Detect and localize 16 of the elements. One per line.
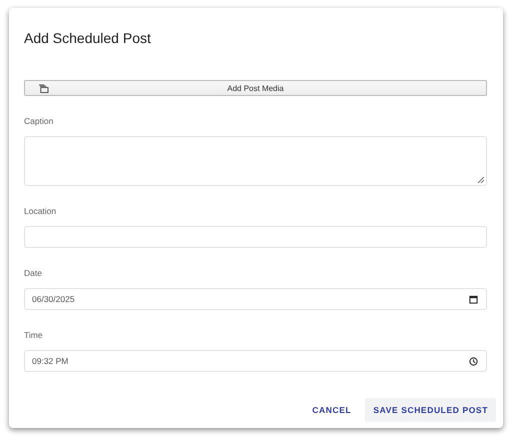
dialog-title: Add Scheduled Post [24, 29, 152, 47]
calendar-icon [469, 294, 478, 304]
date-field[interactable]: 06/30/2025 [24, 288, 487, 310]
field-label: Location [24, 205, 58, 217]
caption-field[interactable] [24, 136, 487, 186]
field-label: Caption [24, 115, 54, 127]
time-field[interactable]: 09:32 PM [24, 350, 487, 372]
resize-grip-icon [478, 177, 484, 183]
clock-icon [469, 356, 478, 366]
field-label: Date [24, 267, 43, 279]
field-label: Time [24, 329, 44, 341]
location-field[interactable] [24, 226, 487, 248]
save-button[interactable]: SAVE SCHEDULED POST [365, 398, 496, 422]
media-icon [38, 84, 49, 92]
add-media-button[interactable]: Add Post Media [24, 80, 487, 96]
cancel-button[interactable]: CANCEL [304, 398, 360, 422]
